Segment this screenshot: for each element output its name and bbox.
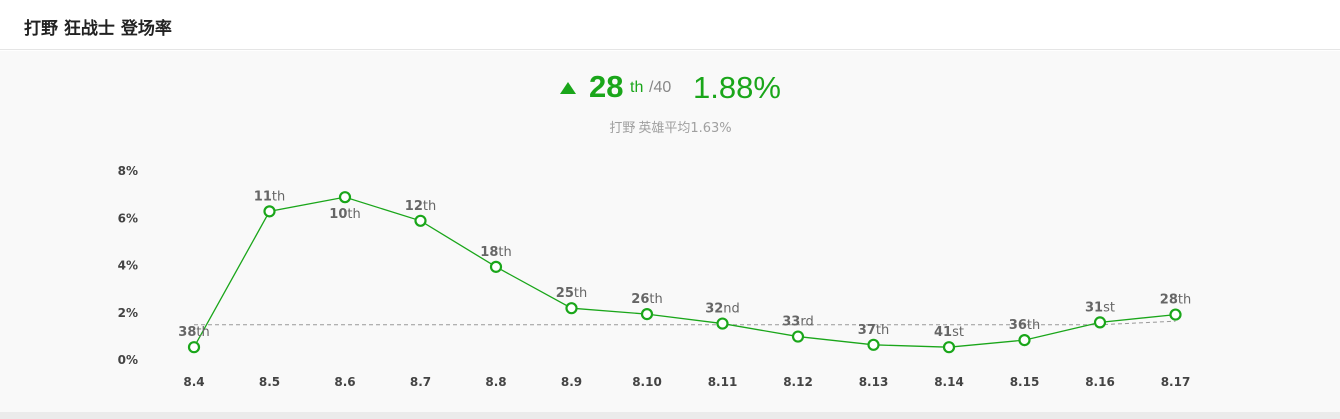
x-tick-label: 8.7 <box>410 375 431 389</box>
y-tick-label: 2% <box>118 306 138 320</box>
rank-label: 38th <box>178 325 209 340</box>
x-tick-label: 8.14 <box>934 375 964 389</box>
x-tick-label: 8.9 <box>561 375 582 389</box>
data-point <box>187 341 201 354</box>
y-tick-label: 6% <box>118 211 138 225</box>
pick-rate-line-chart: 0% 2% 4% 6% 8% 8.4 8.5 8.6 8.7 8.8 8.9 8.10 8.11 8.12… <box>118 164 1192 389</box>
data-point <box>1018 334 1031 347</box>
x-tick-label: 8.5 <box>259 375 280 389</box>
data-point <box>414 214 427 227</box>
x-tick-label: 8.8 <box>485 375 506 389</box>
y-tick-label: 4% <box>118 259 138 273</box>
x-tick-label: 8.12 <box>783 375 813 389</box>
rank-label: 28th <box>1160 293 1191 308</box>
x-tick-label: 8.15 <box>1010 375 1040 389</box>
x-tick-label: 8.16 <box>1085 375 1115 389</box>
data-point <box>716 317 729 330</box>
x-tick-label: 8.6 <box>334 375 355 389</box>
rank-label: 10th <box>329 207 360 222</box>
rank-label: 36th <box>1009 318 1040 333</box>
data-point <box>942 341 956 354</box>
data-point <box>791 330 805 343</box>
rank-label: 31st <box>1085 300 1115 315</box>
rank-label: 18th <box>480 245 511 260</box>
x-tick-label: 8.11 <box>708 375 738 389</box>
rank-label: 12th <box>405 199 436 214</box>
data-point <box>1093 316 1107 329</box>
data-point <box>489 260 503 273</box>
rank-label: 37th <box>858 323 889 338</box>
data-point <box>263 205 276 218</box>
x-tick-label: 8.17 <box>1161 375 1191 389</box>
data-point <box>338 191 352 204</box>
data-point <box>640 308 654 321</box>
rank-label: 32nd <box>705 302 740 317</box>
x-tick-label: 8.10 <box>632 375 662 389</box>
rank-label: 41st <box>934 325 964 340</box>
rank-label: 11th <box>254 189 285 204</box>
x-tick-label: 8.4 <box>183 375 204 389</box>
rank-label: 25th <box>556 286 587 301</box>
y-tick-label: 8% <box>118 164 138 178</box>
y-tick-label: 0% <box>118 353 138 367</box>
data-point <box>867 338 880 351</box>
rank-label: 26th <box>631 292 662 307</box>
x-tick-label: 8.13 <box>859 375 889 389</box>
rank-label: 33rd <box>782 315 813 330</box>
data-point <box>1169 308 1182 321</box>
data-point <box>565 302 578 315</box>
